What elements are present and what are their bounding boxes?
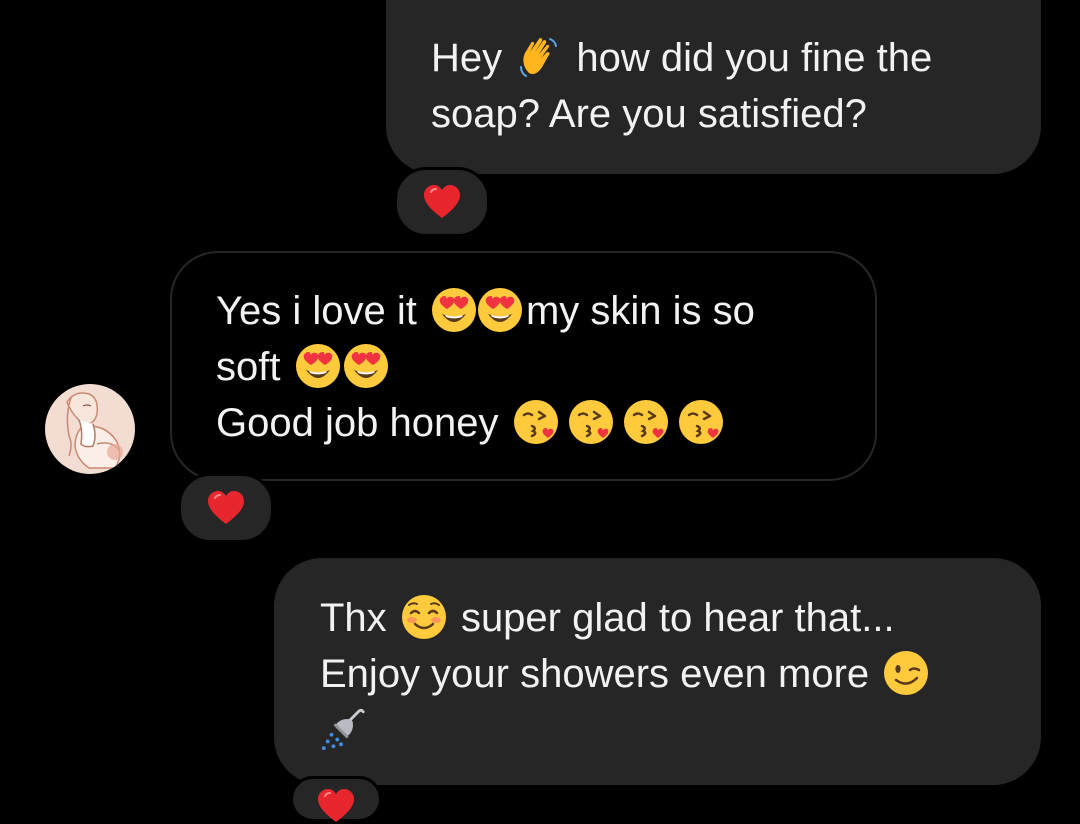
chat-thread: Hey how did you fine the soap? Are you s… — [0, 0, 1080, 797]
heart-eyes-emoji — [476, 286, 524, 334]
smiling-blush-emoji — [400, 593, 448, 641]
red-heart-icon — [206, 490, 246, 526]
avatar-image — [45, 384, 135, 474]
red-heart-icon — [316, 788, 356, 824]
message-line: Hey how did you fine the — [431, 30, 1041, 86]
heart-eyes-emoji — [430, 286, 478, 334]
message-text: Hey — [431, 36, 503, 80]
kissing-heart-emoji — [677, 398, 725, 446]
winking-face-emoji — [882, 649, 930, 697]
message-text: super glad to hear that... — [460, 596, 895, 640]
kissing-heart-emoji — [512, 398, 560, 446]
incoming-message-bubble[interactable]: Yes i love it my skin is so soft Good jo… — [170, 251, 877, 481]
message-text: soap? Are you satisfied? — [431, 92, 867, 136]
message-text: Yes i love it — [216, 289, 417, 333]
waving-hand-emoji — [515, 33, 563, 81]
message-line — [320, 702, 1041, 758]
shower-emoji — [320, 706, 366, 752]
message-reaction[interactable] — [290, 776, 382, 822]
heart-eyes-emoji — [294, 342, 342, 390]
heart-eyes-emoji — [342, 342, 390, 390]
message-text: Enjoy your showers even more — [320, 652, 870, 696]
message-text: my skin is so — [525, 289, 755, 333]
kissing-heart-emoji — [622, 398, 670, 446]
contact-avatar[interactable] — [45, 384, 135, 474]
red-heart-icon — [422, 184, 462, 220]
message-reaction[interactable] — [394, 167, 490, 237]
outgoing-message-bubble[interactable]: Thx super glad to hear that... Enjoy you… — [274, 558, 1041, 785]
message-text: how did you fine the — [576, 36, 933, 80]
message-line: soft — [216, 339, 875, 395]
message-line: Thx super glad to hear that... — [320, 590, 1041, 646]
message-text: Thx — [320, 596, 387, 640]
message-text: soft — [216, 345, 281, 389]
outgoing-message-bubble[interactable]: Hey how did you fine the soap? Are you s… — [386, 0, 1041, 174]
message-text: Good job honey — [216, 401, 499, 445]
message-line: Yes i love it my skin is so — [216, 283, 875, 339]
message-line: Good job honey — [216, 395, 875, 451]
message-line: Enjoy your showers even more — [320, 646, 1041, 702]
message-reaction[interactable] — [178, 473, 274, 543]
kissing-heart-emoji — [567, 398, 615, 446]
message-line: soap? Are you satisfied? — [431, 86, 1041, 142]
